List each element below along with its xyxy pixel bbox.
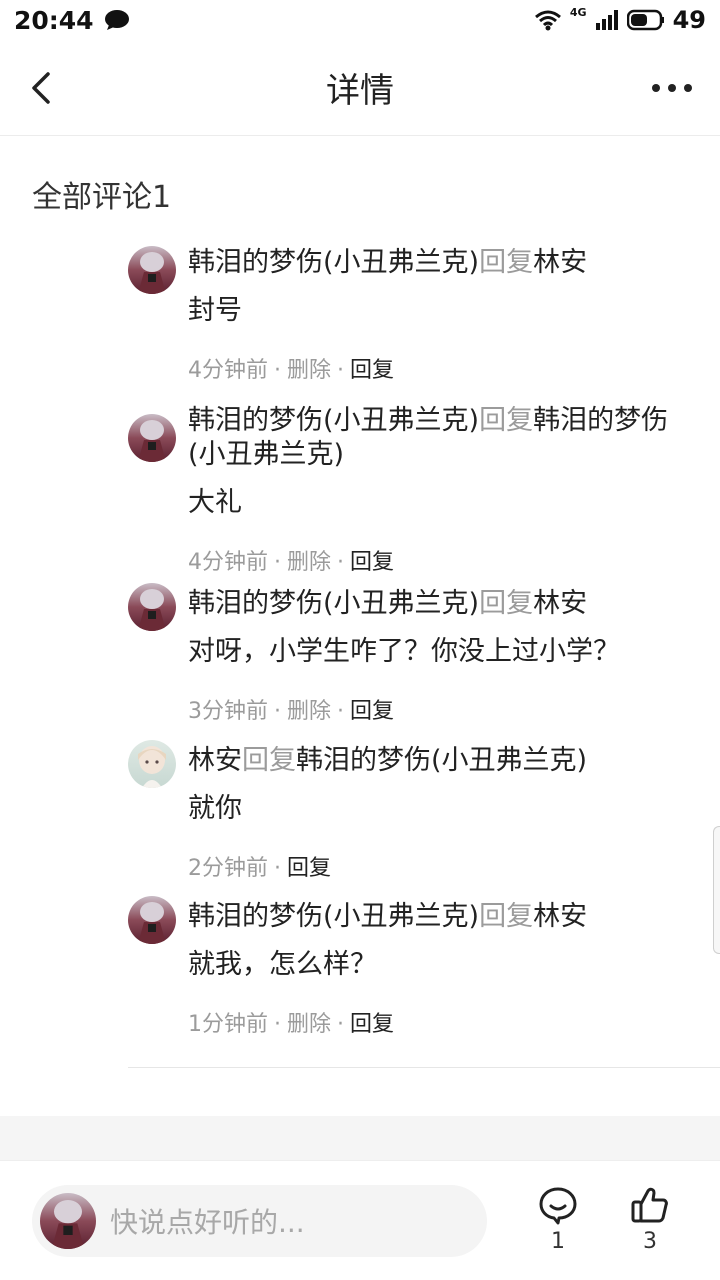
chat-notification-icon bbox=[104, 10, 129, 30]
comment-meta: 3分钟前 · 删除 · 回复 bbox=[188, 697, 698, 727]
more-icon[interactable] bbox=[650, 76, 694, 100]
avatar[interactable] bbox=[128, 246, 176, 294]
user-avatar-icon bbox=[128, 414, 176, 462]
thumbs-up-icon bbox=[631, 1187, 668, 1223]
reply-word: 回复 bbox=[479, 901, 534, 932]
section-separator bbox=[0, 1116, 720, 1160]
signal-icon bbox=[595, 10, 618, 30]
avatar bbox=[40, 1193, 96, 1249]
back-icon[interactable] bbox=[24, 68, 64, 108]
user-avatar-icon bbox=[128, 740, 176, 788]
comment-author[interactable]: 韩泪的梦伤(小丑弗兰克) bbox=[188, 901, 479, 932]
reply-target[interactable]: 林安 bbox=[533, 901, 587, 932]
status-bar: 20:44 4G 49 bbox=[0, 0, 720, 40]
comment-header: 林安回复韩泪的梦伤(小丑弗兰克) bbox=[188, 744, 698, 778]
battery-level: 49 bbox=[672, 6, 706, 34]
comment-author[interactable]: 林安 bbox=[188, 745, 242, 776]
comment-text: 就你 bbox=[188, 793, 242, 824]
input-placeholder: 快说点好听的... bbox=[110, 1206, 305, 1239]
delete-button[interactable]: 删除 bbox=[287, 550, 331, 575]
comment-text: 对呀，小学生咋了？你没上过小学？ bbox=[188, 636, 620, 667]
separator-dot: · bbox=[337, 358, 345, 383]
reply-word: 回复 bbox=[479, 247, 534, 278]
delete-button[interactable]: 删除 bbox=[287, 1012, 331, 1037]
comment-author[interactable]: 韩泪的梦伤(小丑弗兰克) bbox=[188, 247, 479, 278]
separator-dot: · bbox=[274, 1012, 281, 1037]
reply-button[interactable]: 回复 bbox=[287, 856, 331, 881]
user-avatar-icon bbox=[128, 583, 176, 631]
comment-button[interactable]: 1 bbox=[528, 1185, 588, 1254]
comment-text: 封号 bbox=[188, 295, 242, 326]
separator-dot: · bbox=[274, 699, 281, 724]
reply-button[interactable]: 回复 bbox=[350, 1012, 394, 1037]
comment-icon bbox=[539, 1187, 577, 1225]
scroll-handle[interactable] bbox=[713, 826, 720, 954]
comment-time: 3分钟前 bbox=[188, 699, 268, 724]
battery-icon bbox=[626, 9, 664, 31]
separator-dot: · bbox=[337, 699, 345, 724]
comment-time: 4分钟前 bbox=[188, 358, 268, 383]
user-avatar-icon bbox=[128, 896, 176, 944]
user-avatar-icon bbox=[128, 246, 176, 294]
wifi-icon bbox=[534, 10, 561, 31]
comment-author[interactable]: 韩泪的梦伤(小丑弗兰克) bbox=[188, 588, 479, 619]
delete-button[interactable]: 删除 bbox=[287, 699, 331, 724]
reply-word: 回复 bbox=[479, 405, 534, 436]
network-type: 4G bbox=[569, 5, 587, 19]
status-time: 20:44 bbox=[14, 5, 94, 35]
avatar[interactable] bbox=[128, 740, 176, 788]
comment-header: 韩泪的梦伤(小丑弗兰克)回复林安 bbox=[188, 587, 698, 621]
comment-header: 韩泪的梦伤(小丑弗兰克)回复林安 bbox=[188, 900, 698, 934]
nav-bar: 详情 bbox=[0, 40, 720, 136]
separator-dot: · bbox=[274, 358, 281, 383]
comment-author[interactable]: 韩泪的梦伤(小丑弗兰克) bbox=[188, 405, 479, 436]
like-count: 3 bbox=[643, 1229, 657, 1254]
separator-dot: · bbox=[337, 550, 345, 575]
avatar[interactable] bbox=[128, 583, 176, 631]
reply-target[interactable]: 韩泪的梦伤(小丑弗兰克) bbox=[296, 745, 587, 776]
avatar[interactable] bbox=[128, 896, 176, 944]
comment-meta: 2分钟前 · 回复 bbox=[188, 854, 698, 884]
comment-meta: 1分钟前 · 删除 · 回复 bbox=[188, 1010, 698, 1040]
page-title: 详情 bbox=[326, 71, 394, 111]
comment-meta: 4分钟前 · 删除 · 回复 bbox=[188, 548, 698, 578]
reply-target[interactable]: 林安 bbox=[533, 588, 587, 619]
comment-time: 4分钟前 bbox=[188, 550, 268, 575]
comments-section-title: 全部评论1 bbox=[32, 180, 172, 215]
separator-dot: · bbox=[337, 1012, 345, 1037]
comment-header: 韩泪的梦伤(小丑弗兰克)回复林安 bbox=[188, 246, 698, 280]
comment-input[interactable]: 快说点好听的... bbox=[32, 1185, 487, 1257]
reply-word: 回复 bbox=[479, 588, 534, 619]
comment-meta: 4分钟前 · 删除 · 回复 bbox=[188, 356, 698, 386]
comment-text: 就我，怎么样？ bbox=[188, 949, 377, 980]
delete-button[interactable]: 删除 bbox=[287, 358, 331, 383]
reply-word: 回复 bbox=[242, 745, 296, 776]
comment-count: 1 bbox=[551, 1229, 565, 1254]
reply-button[interactable]: 回复 bbox=[350, 550, 394, 575]
avatar[interactable] bbox=[128, 414, 176, 462]
comment-time: 2分钟前 bbox=[188, 856, 268, 881]
like-button[interactable]: 3 bbox=[620, 1185, 680, 1254]
reply-button[interactable]: 回复 bbox=[350, 699, 394, 724]
comment-text: 大礼 bbox=[188, 487, 242, 518]
reply-button[interactable]: 回复 bbox=[350, 358, 394, 383]
comment-header: 韩泪的梦伤(小丑弗兰克)回复韩泪的梦伤(小丑弗兰克) bbox=[188, 404, 698, 472]
separator-dot: · bbox=[274, 550, 281, 575]
reply-target[interactable]: 林安 bbox=[533, 247, 587, 278]
list-divider bbox=[128, 1067, 720, 1068]
comment-time: 1分钟前 bbox=[188, 1012, 268, 1037]
user-avatar-icon bbox=[40, 1193, 96, 1249]
bottom-bar: 快说点好听的... 1 3 bbox=[0, 1160, 720, 1280]
separator-dot: · bbox=[274, 856, 281, 881]
